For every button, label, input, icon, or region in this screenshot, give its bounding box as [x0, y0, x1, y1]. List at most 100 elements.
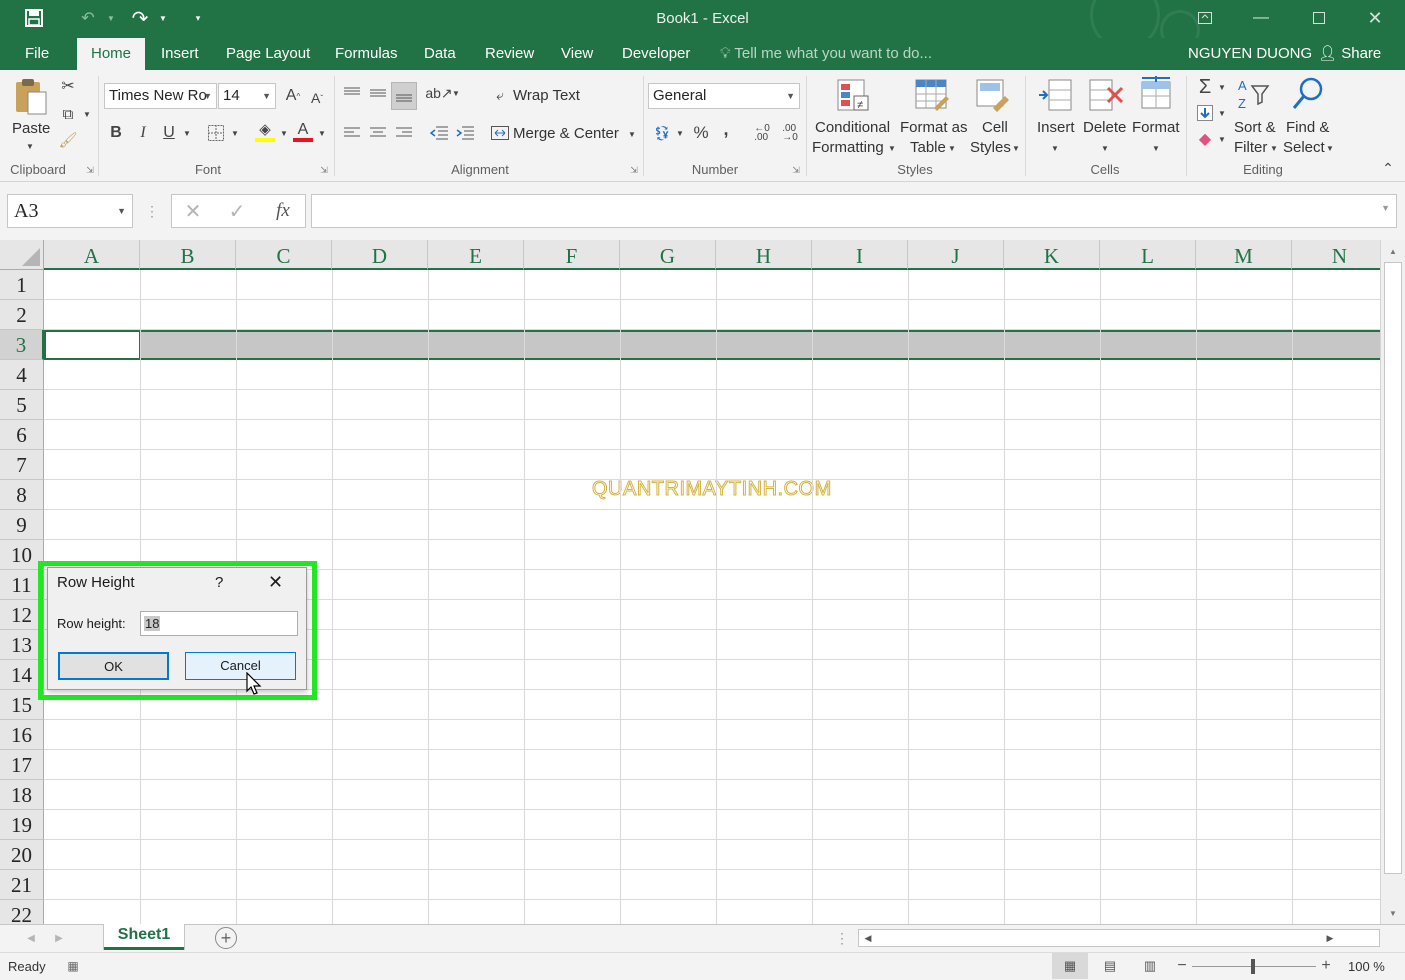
italic-button[interactable]: I — [133, 122, 153, 144]
format-cells-icon[interactable] — [1138, 76, 1174, 114]
insert-cells-dropdown-icon[interactable]: ▼ — [1049, 140, 1061, 156]
delete-cells-icon[interactable] — [1088, 78, 1124, 116]
column-header[interactable]: M — [1196, 240, 1292, 270]
scroll-left-icon[interactable]: ◀ — [861, 930, 875, 946]
format-painter-icon[interactable]: 🖌︎ — [58, 130, 78, 150]
wrap-text-button[interactable]: Wrap Text — [513, 87, 580, 104]
column-header[interactable]: H — [716, 240, 812, 270]
tell-me-search[interactable]: 💡︎ Tell me what you want to do... — [720, 38, 932, 70]
column-header[interactable]: G — [620, 240, 716, 270]
tab-formulas[interactable]: Formulas — [335, 38, 398, 70]
format-cells-dropdown-icon[interactable]: ▼ — [1150, 140, 1162, 156]
row-header[interactable]: 19 — [0, 810, 44, 840]
minimize-icon[interactable]: — — [1238, 4, 1284, 32]
font-name-select[interactable]: Times New Ro ▼ — [104, 83, 217, 109]
comma-style-button[interactable]: , — [716, 118, 736, 140]
conditional-formatting-icon[interactable]: ≠ — [836, 78, 872, 116]
merge-center-icon[interactable] — [489, 122, 511, 144]
underline-dropdown-icon[interactable]: ▼ — [181, 122, 193, 144]
column-header[interactable]: B — [140, 240, 236, 270]
close-window-icon[interactable]: ✕ — [1352, 4, 1398, 32]
format-as-table-label-2[interactable]: Table — [910, 139, 946, 156]
page-break-view-icon[interactable]: ▥ — [1140, 957, 1160, 975]
normal-view-icon[interactable]: ▦ — [1052, 953, 1088, 979]
insert-function-button[interactable]: fx — [268, 199, 298, 223]
increase-indent-icon[interactable] — [454, 122, 476, 144]
cancel-entry-icon[interactable]: ✕ — [180, 199, 206, 223]
row-header[interactable]: 18 — [0, 780, 44, 810]
macro-record-icon[interactable]: ▦ — [64, 957, 82, 975]
increase-decimal-icon[interactable]: ←0.00 — [750, 122, 774, 144]
decrease-decimal-icon[interactable]: .00 →0 — [778, 122, 802, 144]
row-header[interactable]: 8 — [0, 480, 44, 510]
row-header[interactable]: 21 — [0, 870, 44, 900]
font-launcher-icon[interactable]: ⇲ — [318, 164, 330, 176]
clipboard-launcher-icon[interactable]: ⇲ — [84, 164, 96, 176]
tab-review[interactable]: Review — [485, 38, 534, 70]
ribbon-display-icon[interactable] — [1182, 4, 1228, 32]
column-header[interactable]: J — [908, 240, 1004, 270]
next-sheet-icon[interactable]: ▶ — [52, 929, 66, 947]
cut-icon[interactable]: ✂ — [58, 76, 78, 96]
maximize-icon[interactable] — [1296, 4, 1342, 32]
find-select-dropdown-icon[interactable]: ▼ — [1324, 140, 1336, 156]
confirm-entry-icon[interactable]: ✓ — [224, 199, 250, 223]
column-header[interactable]: D — [332, 240, 428, 270]
increase-font-icon[interactable]: A ^ — [283, 85, 303, 107]
conditional-formatting-dropdown-icon[interactable]: ▼ — [886, 140, 898, 156]
find-select-label-1[interactable]: Find & — [1286, 119, 1329, 136]
font-color-icon[interactable]: A — [292, 120, 314, 144]
column-header[interactable]: F — [524, 240, 620, 270]
scroll-right-icon[interactable]: ▶ — [1323, 930, 1337, 946]
cell-styles-icon[interactable] — [975, 78, 1011, 116]
autosum-dropdown-icon[interactable]: ▼ — [1216, 76, 1228, 98]
conditional-formatting-label-1[interactable]: Conditional — [815, 119, 890, 136]
zoom-level[interactable]: 100 % — [1348, 959, 1385, 974]
bold-button[interactable]: B — [106, 122, 126, 144]
new-sheet-icon[interactable]: + — [215, 927, 237, 949]
insert-cells-icon[interactable] — [1037, 78, 1073, 116]
tab-file[interactable]: File — [25, 38, 49, 70]
column-header[interactable]: E — [428, 240, 524, 270]
wrap-text-icon[interactable]: ⤶ — [489, 84, 511, 106]
column-header[interactable]: I — [812, 240, 908, 270]
format-as-table-dropdown-icon[interactable]: ▼ — [946, 140, 958, 156]
cell-styles-label-2[interactable]: Styles — [970, 139, 1011, 156]
column-header[interactable]: C — [236, 240, 332, 270]
accounting-dropdown-icon[interactable]: ▼ — [674, 122, 686, 144]
orientation-dropdown-icon[interactable]: ▼ — [450, 82, 462, 104]
copy-dropdown-icon[interactable]: ▼ — [82, 104, 92, 124]
tab-view[interactable]: View — [561, 38, 593, 70]
conditional-formatting-label-2[interactable]: Formatting — [812, 139, 884, 156]
tab-home[interactable]: Home — [77, 38, 146, 70]
paste-button[interactable]: Paste — [12, 120, 50, 137]
number-launcher-icon[interactable]: ⇲ — [790, 164, 802, 176]
page-layout-view-icon[interactable]: ▤ — [1100, 957, 1120, 975]
share-button[interactable]: 👤︎ Share — [1318, 38, 1381, 70]
tab-splitter-icon[interactable]: ⋮ — [835, 929, 849, 947]
accounting-format-icon[interactable]: 💱︎ — [650, 122, 674, 144]
autosum-icon[interactable]: Σ — [1193, 76, 1217, 98]
format-as-table-label-1[interactable]: Format as — [900, 119, 968, 136]
row-height-input[interactable]: 18 — [140, 611, 298, 636]
font-size-select[interactable]: 14 ▼ — [218, 83, 276, 109]
sort-filter-dropdown-icon[interactable]: ▼ — [1268, 140, 1280, 156]
paste-dropdown-icon[interactable]: ▼ — [24, 142, 36, 151]
find-select-icon[interactable] — [1290, 76, 1326, 114]
tab-insert[interactable]: Insert — [161, 38, 199, 70]
align-center-icon[interactable] — [367, 122, 389, 144]
user-name[interactable]: NGUYEN DUONG — [1188, 38, 1312, 70]
percent-style-button[interactable]: % — [690, 122, 712, 144]
name-box[interactable]: A3 ▼ — [7, 194, 133, 228]
format-cells-button[interactable]: Format — [1132, 119, 1180, 136]
fill-dropdown-icon[interactable]: ▼ — [1216, 102, 1228, 124]
fill-icon[interactable] — [1194, 102, 1216, 124]
delete-cells-dropdown-icon[interactable]: ▼ — [1099, 140, 1111, 156]
row-header[interactable]: 17 — [0, 750, 44, 780]
vertical-scrollbar[interactable]: ▲ ▼ — [1380, 240, 1405, 924]
grip-icon[interactable]: ⋮ — [145, 196, 159, 226]
active-cell[interactable] — [44, 330, 141, 360]
column-header[interactable]: A — [44, 240, 140, 270]
cancel-button[interactable]: Cancel — [185, 652, 296, 680]
row-header[interactable]: 20 — [0, 840, 44, 870]
